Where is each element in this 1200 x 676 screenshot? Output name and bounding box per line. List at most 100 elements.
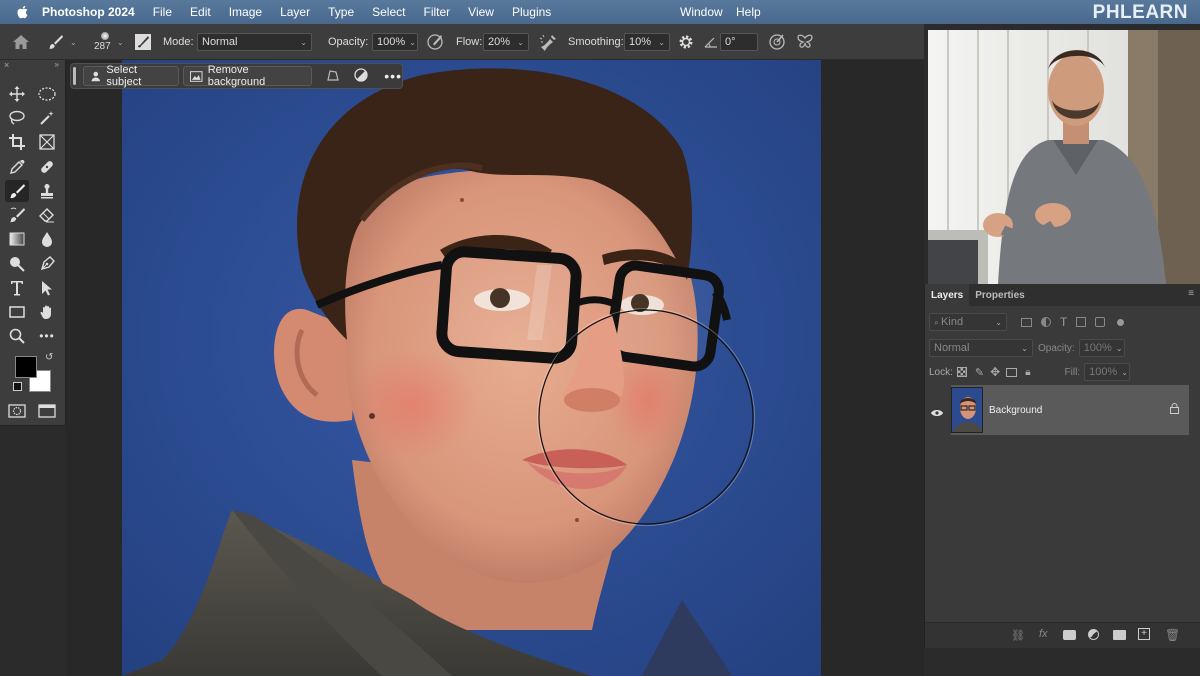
menu-layer[interactable]: Layer [280, 5, 310, 19]
menu-file[interactable]: File [153, 5, 172, 19]
layer-row-background[interactable]: Background [951, 385, 1189, 435]
chevron-down-icon[interactable]: ⌄ [117, 38, 124, 47]
flow-input[interactable]: 20% ⌄ [483, 33, 529, 51]
filter-shape-icon[interactable] [1076, 317, 1087, 327]
layer-thumbnail [951, 387, 983, 433]
instructor-video-frame [928, 30, 1200, 284]
lasso-tool-icon[interactable] [5, 107, 29, 129]
tab-layers[interactable]: Layers [925, 284, 970, 306]
hand-tool-icon[interactable] [35, 301, 59, 323]
new-adjustment-layer-icon[interactable] [1088, 629, 1099, 640]
frame-tool-icon[interactable] [35, 131, 59, 153]
menu-filter[interactable]: Filter [423, 5, 450, 19]
lasso-select-icon[interactable] [326, 68, 340, 85]
type-tool-icon[interactable] [5, 277, 29, 299]
filter-pixel-icon[interactable] [1021, 317, 1032, 327]
opacity-input[interactable]: 100% ⌄ [372, 33, 418, 51]
home-icon[interactable] [12, 24, 30, 60]
crop-tool-icon[interactable] [5, 131, 29, 153]
blur-tool-icon[interactable] [35, 228, 59, 250]
expand-icon[interactable]: » [55, 60, 59, 69]
brush-tool-icon[interactable] [5, 180, 29, 202]
magic-wand-icon[interactable] [35, 107, 59, 129]
menu-image[interactable]: Image [229, 5, 262, 19]
zoom-tool-icon[interactable] [5, 325, 29, 347]
gradient-tool-icon[interactable] [5, 228, 29, 250]
fill-label: Fill: [1064, 366, 1081, 378]
healing-brush-icon[interactable] [35, 156, 59, 178]
brush-size-picker[interactable]: 287 [94, 24, 111, 60]
chevron-down-icon[interactable]: ⌄ [70, 38, 77, 47]
mode-select[interactable]: Normal ⌄ [197, 33, 312, 51]
default-colors-icon[interactable] [13, 382, 22, 391]
pressure-size-icon[interactable] [768, 24, 786, 60]
more-tools-icon[interactable]: ••• [35, 325, 59, 347]
dodge-tool-icon[interactable] [5, 253, 29, 275]
new-group-folder-icon[interactable] [1113, 630, 1126, 640]
link-layers-icon[interactable]: ⛓︎ [1011, 629, 1025, 642]
foreground-color-swatch[interactable] [15, 356, 37, 378]
menu-window[interactable]: Window [680, 5, 723, 19]
airbrush-icon[interactable] [538, 24, 558, 60]
brush-preset-icon[interactable]: ⌄ [48, 24, 77, 60]
smoothing-input[interactable]: 10% ⌄ [624, 33, 670, 51]
screen-mode-icon[interactable] [35, 400, 59, 422]
layer-opacity-input[interactable]: 100% ⌄ [1078, 339, 1125, 357]
layer-name[interactable]: Background [989, 405, 1042, 416]
menu-view[interactable]: View [468, 5, 494, 19]
layers-panel-footer: ⛓︎ fx + 🗑︎ [925, 622, 1200, 648]
app-name-menu[interactable]: Photoshop 2024 [42, 5, 135, 19]
add-mask-icon[interactable] [1063, 630, 1076, 640]
menu-type[interactable]: Type [328, 5, 354, 19]
layer-filter-kind-select[interactable]: ⌕ Kind ⌄ [929, 313, 1007, 331]
pressure-opacity-icon[interactable] [426, 24, 444, 60]
clone-stamp-icon[interactable] [35, 180, 59, 202]
image-icon [190, 70, 203, 82]
select-subject-button[interactable]: Select subject [82, 64, 180, 88]
lock-all-icon[interactable]: 🔒︎ [1025, 367, 1030, 378]
angle-input[interactable]: 0° [720, 33, 758, 51]
blend-mode-select[interactable]: Normal ⌄ [929, 339, 1033, 357]
filter-smart-object-icon[interactable] [1095, 317, 1106, 327]
brush-settings-icon[interactable] [134, 24, 152, 60]
lock-pixels-icon[interactable]: ✎ [975, 366, 984, 379]
tab-properties[interactable]: Properties [969, 284, 1030, 306]
drag-handle[interactable] [73, 67, 76, 85]
new-layer-icon[interactable]: + [1138, 628, 1150, 640]
menu-help[interactable]: Help [736, 5, 761, 19]
blend-mode-value: Normal [934, 342, 970, 354]
eyedropper-tool-icon[interactable] [5, 156, 29, 178]
apple-icon[interactable] [14, 5, 32, 19]
layer-lock-icon[interactable] [1170, 401, 1179, 419]
menu-edit[interactable]: Edit [190, 5, 211, 19]
delete-layer-icon[interactable]: 🗑︎ [1165, 628, 1180, 642]
collapse-icon[interactable]: × [4, 60, 9, 70]
rectangle-tool-icon[interactable] [5, 301, 29, 323]
pen-tool-icon[interactable] [35, 253, 59, 275]
history-brush-icon[interactable] [5, 204, 29, 226]
more-options-icon[interactable]: ••• [384, 68, 402, 84]
quick-mask-icon[interactable] [5, 400, 29, 422]
fx-icon[interactable]: fx [1039, 628, 1048, 640]
panel-menu-icon[interactable]: ≡ [1188, 288, 1194, 299]
swap-colors-icon[interactable]: ↺ [45, 352, 53, 363]
lock-transparent-icon[interactable] [956, 367, 967, 377]
gear-icon[interactable] [678, 24, 694, 60]
menu-select[interactable]: Select [372, 5, 405, 19]
lock-artboard-icon[interactable] [1006, 367, 1018, 377]
filter-type-icon[interactable]: T [1060, 315, 1067, 329]
path-selection-icon[interactable] [35, 277, 59, 299]
eraser-tool-icon[interactable] [35, 204, 59, 226]
filter-adjustment-icon[interactable] [1041, 317, 1051, 327]
remove-background-button[interactable]: Remove background [183, 64, 313, 88]
move-tool-icon[interactable] [5, 83, 29, 105]
menu-plugins[interactable]: Plugins [512, 5, 551, 19]
adjustment-circle-icon[interactable] [354, 67, 368, 85]
symmetry-butterfly-icon[interactable] [796, 24, 814, 60]
filter-toggle-icon[interactable] [1117, 318, 1125, 326]
lock-position-icon[interactable]: ✥ [990, 365, 1000, 379]
eye-visibility-icon[interactable] [931, 404, 943, 422]
fill-input[interactable]: 100% ⌄ [1084, 363, 1131, 381]
marquee-tool-icon[interactable] [35, 83, 59, 105]
document-canvas[interactable] [122, 60, 821, 676]
